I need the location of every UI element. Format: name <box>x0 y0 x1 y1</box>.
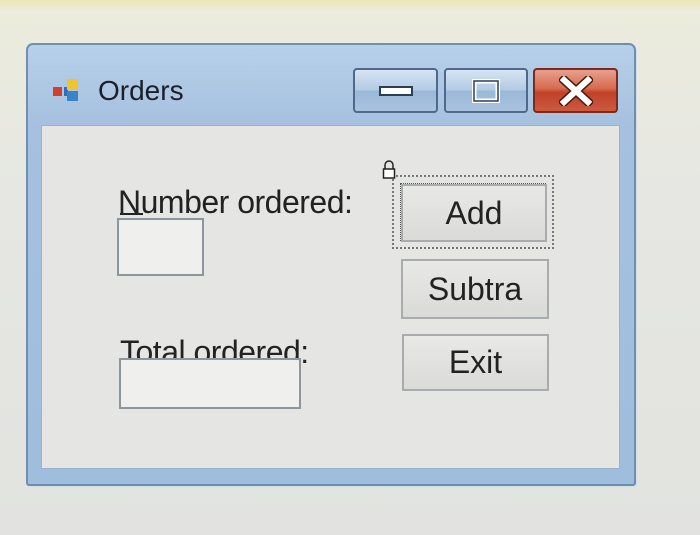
close-button[interactable] <box>533 68 618 113</box>
number-ordered-input[interactable] <box>117 218 204 276</box>
minimize-icon <box>378 85 413 96</box>
exit-button-label: Exit <box>448 344 503 380</box>
maximize-icon <box>472 78 500 103</box>
add-button[interactable]: Add <box>401 184 547 242</box>
lock-icon <box>382 160 396 179</box>
subtract-button-label: Subtra <box>427 270 523 307</box>
background-strip <box>0 0 700 10</box>
title-bar[interactable]: Orders <box>28 45 634 125</box>
app-form-icon <box>53 79 79 101</box>
mnemonic-underline <box>120 213 143 215</box>
number-ordered-label: Number ordered: <box>118 184 353 220</box>
maximize-button[interactable] <box>444 68 528 113</box>
close-icon <box>558 75 593 106</box>
total-ordered-output[interactable] <box>119 358 301 409</box>
minimize-button[interactable] <box>353 68 438 113</box>
subtract-button[interactable]: Subtra <box>401 259 549 319</box>
exit-button[interactable]: Exit <box>402 334 549 391</box>
window-title: Orders <box>98 75 184 106</box>
add-button-label: Add <box>445 194 503 231</box>
